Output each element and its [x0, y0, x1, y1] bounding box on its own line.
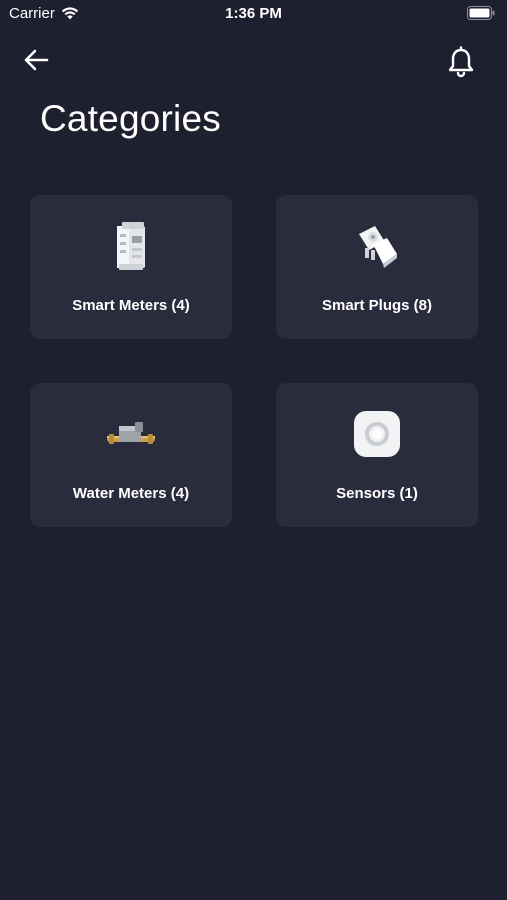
categories-screen: Carrier 1:36 PM Categories Smart Meters …: [0, 0, 507, 900]
status-time: 1:36 PM: [225, 5, 282, 22]
category-label: Sensors (1): [336, 485, 418, 502]
category-card-water-meters[interactable]: Water Meters (4): [30, 383, 232, 527]
water-meter-icon: [30, 405, 232, 463]
smart-plug-icon: [276, 217, 478, 275]
arrow-left-icon: [24, 49, 49, 71]
back-button[interactable]: [20, 44, 52, 76]
page-title: Categories: [40, 98, 221, 139]
notifications-button[interactable]: [445, 44, 477, 80]
category-card-smart-meters[interactable]: Smart Meters (4): [30, 195, 232, 339]
category-label: Water Meters (4): [72, 485, 190, 502]
bell-icon: [448, 46, 474, 78]
battery-icon: [467, 6, 495, 24]
sensor-icon: [276, 405, 478, 463]
status-bar: Carrier 1:36 PM: [0, 0, 507, 28]
category-label: Smart Meters (4): [72, 297, 190, 314]
category-card-smart-plugs[interactable]: Smart Plugs (8): [276, 195, 478, 339]
smart-meter-icon: [30, 217, 232, 275]
category-label: Smart Plugs (8): [321, 297, 433, 314]
category-card-sensors[interactable]: Sensors (1): [276, 383, 478, 527]
